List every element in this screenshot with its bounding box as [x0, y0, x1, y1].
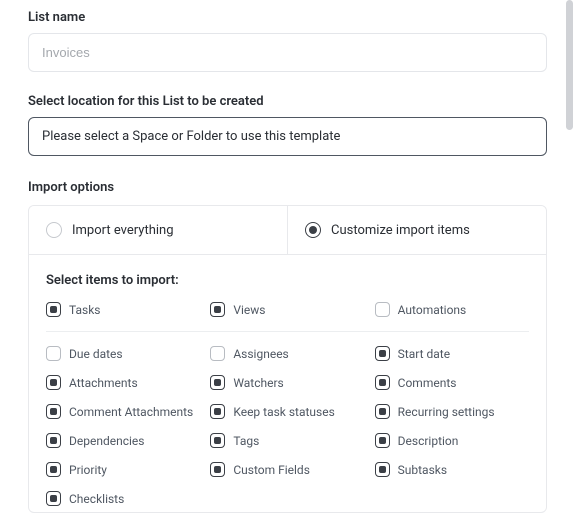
checkbox-label: Comment Attachments — [69, 405, 193, 419]
checkbox-icon — [210, 433, 225, 448]
checkbox-label: Tags — [233, 434, 259, 448]
checkbox-tasks[interactable]: Tasks — [46, 302, 200, 317]
checkbox-attachments[interactable]: Attachments — [46, 375, 200, 390]
checkbox-assignees[interactable]: Assignees — [210, 346, 364, 361]
checkbox-icon — [46, 433, 61, 448]
checkbox-label: Dependencies — [69, 434, 144, 448]
scrollbar-track[interactable] — [565, 0, 573, 525]
checkbox-start-date[interactable]: Start date — [375, 346, 529, 361]
checkbox-label: Attachments — [69, 376, 138, 390]
checkbox-icon — [375, 404, 390, 419]
checkbox-icon — [210, 302, 225, 317]
checkbox-label: Priority — [69, 463, 107, 477]
radio-icon — [46, 222, 62, 238]
select-items-title: Select items to import: — [46, 273, 529, 288]
checkbox-subtasks[interactable]: Subtasks — [375, 462, 529, 477]
checkbox-label: Automations — [398, 303, 467, 317]
checkbox-description[interactable]: Description — [375, 433, 529, 448]
import-radio-group: Import everything Customize import items — [29, 206, 546, 255]
checkbox-icon — [210, 462, 225, 477]
radio-customize-import[interactable]: Customize import items — [288, 206, 546, 254]
checkbox-comments[interactable]: Comments — [375, 375, 529, 390]
checkbox-label: Description — [398, 434, 459, 448]
top-items-row: Tasks Views Automations — [46, 302, 529, 332]
checkbox-icon — [210, 375, 225, 390]
checkbox-checklists[interactable]: Checklists — [46, 491, 200, 506]
checkbox-icon — [46, 404, 61, 419]
checkbox-label: Tasks — [69, 303, 101, 317]
select-items-section: Select items to import: Tasks Views Automa… — [29, 255, 546, 512]
checkbox-automations[interactable]: Automations — [375, 302, 529, 317]
checkbox-icon — [375, 462, 390, 477]
radio-icon — [305, 222, 321, 238]
checkbox-icon — [210, 346, 225, 361]
checkbox-label: Watchers — [233, 376, 283, 390]
checkbox-icon — [46, 375, 61, 390]
import-options-section: Import options Import everything Customi… — [28, 180, 547, 513]
checkbox-label: Keep task statuses — [233, 405, 334, 419]
checkbox-keep-task-statuses[interactable]: Keep task statuses — [210, 404, 364, 419]
location-section: Select location for this List to be crea… — [28, 94, 547, 156]
checkbox-dependencies[interactable]: Dependencies — [46, 433, 200, 448]
checkbox-icon — [46, 346, 61, 361]
checkbox-recurring-settings[interactable]: Recurring settings — [375, 404, 529, 419]
checkbox-icon — [210, 404, 225, 419]
checkbox-icon — [375, 433, 390, 448]
checkbox-icon — [46, 462, 61, 477]
checkbox-tags[interactable]: Tags — [210, 433, 364, 448]
checkbox-label: Comments — [398, 376, 457, 390]
checkbox-icon — [375, 302, 390, 317]
checkbox-comment-attachments[interactable]: Comment Attachments — [46, 404, 200, 419]
checkbox-label: Subtasks — [398, 463, 447, 477]
list-name-label: List name — [28, 10, 547, 25]
checkbox-views[interactable]: Views — [210, 302, 364, 317]
checkbox-icon — [46, 302, 61, 317]
checkbox-icon — [46, 491, 61, 506]
checkbox-label: Start date — [398, 347, 450, 361]
location-dropdown[interactable]: Please select a Space or Folder to use t… — [28, 117, 547, 156]
import-panel: Import everything Customize import items… — [28, 205, 547, 513]
checkbox-custom-fields[interactable]: Custom Fields — [210, 462, 364, 477]
checkbox-priority[interactable]: Priority — [46, 462, 200, 477]
location-placeholder: Please select a Space or Folder to use t… — [42, 129, 340, 144]
checkbox-watchers[interactable]: Watchers — [210, 375, 364, 390]
location-label: Select location for this List to be crea… — [28, 94, 547, 109]
checkbox-label: Custom Fields — [233, 463, 310, 477]
scrollbar-thumb[interactable] — [566, 0, 573, 130]
items-grid: Due dates Assignees Start date Attachments W… — [46, 346, 529, 506]
checkbox-icon — [375, 346, 390, 361]
checkbox-label: Recurring settings — [398, 405, 495, 419]
radio-import-everything[interactable]: Import everything — [29, 206, 288, 254]
list-name-section: List name — [28, 10, 547, 72]
radio-label: Customize import items — [331, 223, 470, 238]
radio-label: Import everything — [72, 223, 174, 238]
import-options-label: Import options — [28, 180, 547, 195]
checkbox-icon — [375, 375, 390, 390]
checkbox-label: Assignees — [233, 347, 288, 361]
checkbox-label: Due dates — [69, 347, 123, 361]
list-name-input[interactable] — [28, 33, 547, 72]
checkbox-label: Checklists — [69, 492, 124, 506]
checkbox-label: Views — [233, 303, 265, 317]
checkbox-due-dates[interactable]: Due dates — [46, 346, 200, 361]
